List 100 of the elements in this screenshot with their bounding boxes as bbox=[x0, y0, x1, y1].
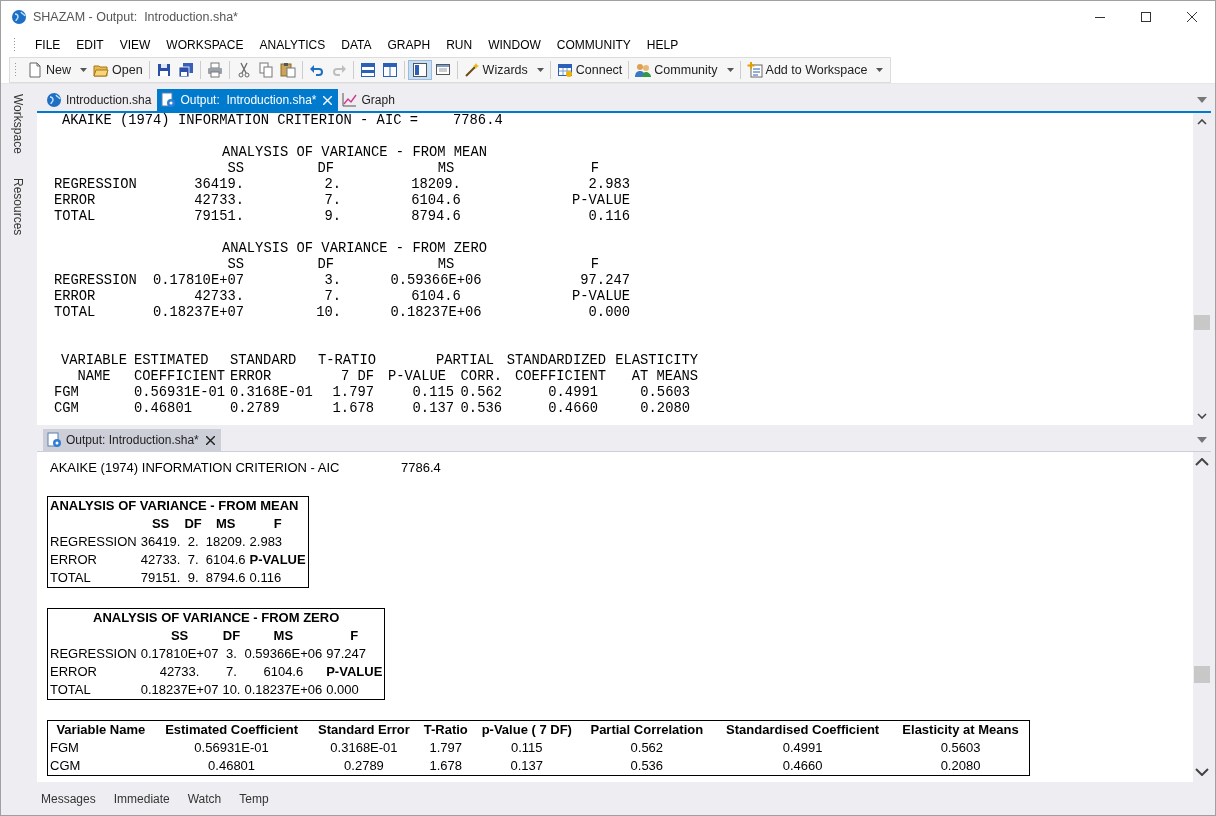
close-icon bbox=[323, 95, 333, 105]
column-header: DF bbox=[221, 627, 242, 645]
column-header: P-VALUE bbox=[387, 369, 447, 385]
column-header: CORR. bbox=[459, 369, 502, 385]
table-cell-text: 0.115 bbox=[510, 739, 544, 757]
column-header: p-Value ( 7 DF) bbox=[480, 721, 573, 739]
table-cell-text: P-VALUE bbox=[325, 663, 384, 681]
menu-item[interactable]: EDIT bbox=[68, 34, 112, 55]
row-label: CGM bbox=[54, 401, 80, 417]
table-cell-text: 8794.6 bbox=[410, 209, 462, 225]
panel-tab[interactable]: Temp bbox=[235, 789, 273, 808]
table-cell-text: 0.59366E+06 bbox=[389, 273, 483, 289]
panel-tab[interactable]: Immediate bbox=[109, 789, 174, 808]
menu-item[interactable]: WINDOW bbox=[480, 34, 549, 55]
redo-icon bbox=[330, 62, 347, 78]
community-button[interactable]: Community bbox=[632, 59, 737, 81]
row-label: ERROR bbox=[49, 663, 98, 681]
column-header: ESTIMATED bbox=[134, 353, 210, 369]
menu-item[interactable]: RUN bbox=[438, 34, 481, 55]
scroll-thumb[interactable] bbox=[1194, 666, 1210, 683]
connect-button[interactable]: Connect bbox=[553, 59, 626, 81]
table-cell-text: 3. bbox=[323, 273, 341, 289]
column-header: F bbox=[589, 161, 600, 177]
document-tab[interactable]: Output: Introduction.sha* bbox=[157, 89, 339, 111]
horizontal-split-icon bbox=[359, 62, 376, 78]
table-cell-text: 7. bbox=[323, 193, 341, 209]
table-cell-text: 0.18237E+07 bbox=[139, 681, 220, 699]
panel-view-button[interactable] bbox=[407, 60, 432, 80]
column-header: SS bbox=[150, 515, 171, 533]
column-header: MS bbox=[436, 257, 456, 273]
scissors-icon bbox=[235, 62, 252, 78]
row-label: CGM bbox=[49, 757, 82, 775]
document-tab[interactable]: Introduction.sha bbox=[43, 89, 158, 111]
column-header: 7 DF bbox=[339, 369, 374, 385]
scroll-thumb[interactable] bbox=[1194, 315, 1210, 330]
table-cell-text: 0.3168E-01 bbox=[329, 739, 399, 757]
add-to-workspace-button[interactable]: Add to Workspace bbox=[743, 59, 887, 81]
row-label: FGM bbox=[54, 385, 80, 401]
window-icon bbox=[434, 62, 451, 78]
menu-item[interactable]: COMMUNITY bbox=[548, 34, 639, 55]
panel-tab[interactable]: Watch bbox=[183, 789, 226, 808]
row-label: ERROR bbox=[54, 289, 97, 305]
table-cell-text: 0.137 bbox=[509, 757, 545, 775]
panel-tab[interactable]: Messages bbox=[37, 789, 100, 808]
menu-item[interactable]: VIEW bbox=[111, 34, 159, 55]
table-cell-text: P-VALUE bbox=[571, 289, 630, 305]
column-header: VARIABLE bbox=[59, 353, 129, 369]
open-button[interactable]: Open bbox=[90, 59, 146, 81]
row-label: ERROR bbox=[49, 551, 98, 569]
column-header: Variable Name bbox=[55, 721, 147, 739]
table-cell-text: 2.983 bbox=[248, 533, 284, 551]
menu-item[interactable]: GRAPH bbox=[379, 34, 439, 55]
new-button[interactable]: New bbox=[24, 59, 90, 81]
table-cell-text: 10. bbox=[315, 305, 341, 321]
menu-item[interactable]: HELP bbox=[638, 34, 687, 55]
column-header: SS bbox=[226, 257, 244, 273]
column-header: COEFFICIENT bbox=[513, 369, 606, 385]
menu-item[interactable]: DATA bbox=[333, 34, 380, 55]
table-cell-text: 79151. bbox=[139, 569, 182, 587]
clipboard-icon bbox=[279, 62, 296, 78]
side-panel-tab[interactable]: Workspace bbox=[11, 94, 25, 154]
table-cell-text: 0.2080 bbox=[639, 401, 691, 417]
menu-item[interactable]: FILE bbox=[27, 34, 69, 55]
table-cell-text: 42733. bbox=[139, 551, 182, 569]
table-cell-text: 7. bbox=[225, 663, 238, 681]
people-icon bbox=[635, 62, 652, 78]
dropdown-arrow-icon bbox=[1197, 97, 1207, 103]
table-cell-text: 10. bbox=[221, 681, 242, 699]
toolbar-grip[interactable] bbox=[14, 62, 18, 78]
scroll-up-icon bbox=[1195, 458, 1209, 466]
document-tab[interactable]: Graph bbox=[338, 89, 401, 111]
table-cell-text: 6104.6 bbox=[410, 193, 462, 209]
table-cell-text: 7. bbox=[323, 289, 341, 305]
globe-icon bbox=[11, 8, 27, 25]
wizards-button[interactable]: Wizards bbox=[460, 59, 547, 81]
output-document-icon bbox=[46, 432, 62, 448]
table-cell-text: 2.983 bbox=[587, 177, 630, 193]
floppy-disks-icon bbox=[177, 62, 194, 78]
tab-label: Output: Introduction.sha* bbox=[66, 433, 199, 447]
menu-item[interactable]: ANALYTICS bbox=[251, 34, 334, 55]
table-cell-text: P-VALUE bbox=[571, 193, 630, 209]
row-label: REGRESSION bbox=[49, 645, 138, 663]
table-cell-text: 6104.6 bbox=[262, 663, 305, 681]
menu-item[interactable]: WORKSPACE bbox=[158, 34, 252, 55]
side-panel-tab[interactable]: Resources bbox=[11, 177, 25, 236]
table-title: ANALYSIS OF VARIANCE - FROM ZERO bbox=[92, 609, 341, 627]
table-cell-text: 7. bbox=[186, 551, 200, 569]
table-cell-text: 9. bbox=[323, 209, 341, 225]
scroll-down-icon bbox=[1197, 413, 1207, 419]
table-cell-text: 9. bbox=[186, 569, 200, 587]
table-cell-text: 0.137 bbox=[411, 401, 454, 417]
table-cell-text: 0.4660 bbox=[547, 401, 599, 417]
table-cell-text: 0.46801 bbox=[207, 757, 257, 775]
line-chart-icon bbox=[341, 92, 358, 108]
column-header: Partial Correlation bbox=[589, 721, 705, 739]
table-cell-text: 97.247 bbox=[579, 273, 630, 289]
table-cell-text: 0.4991 bbox=[781, 739, 824, 757]
column-header: PARTIAL bbox=[435, 353, 495, 369]
column-header: STANDARD bbox=[229, 353, 298, 369]
column-header: STANDARDIZED bbox=[505, 353, 606, 369]
